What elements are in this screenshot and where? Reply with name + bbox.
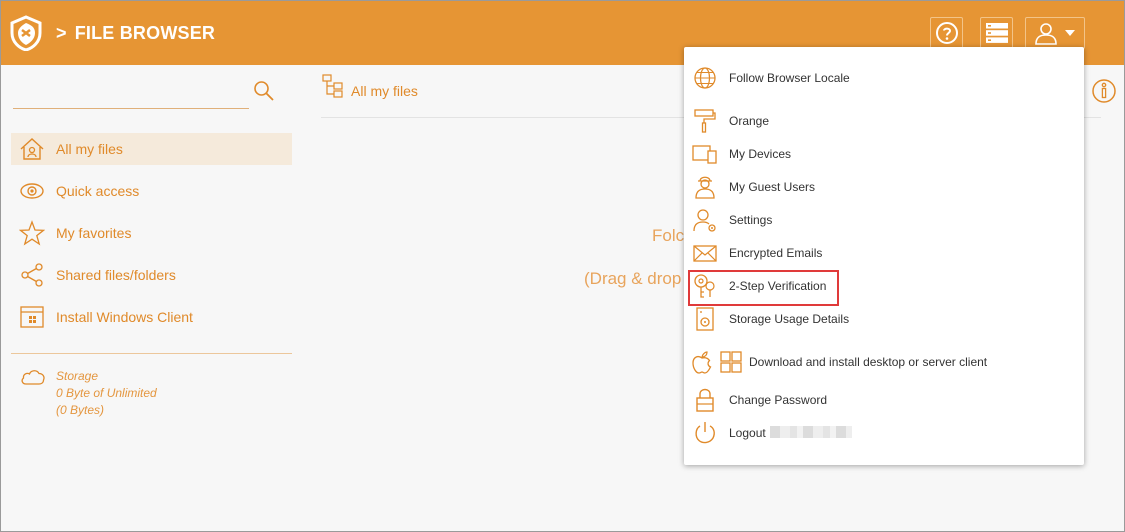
sidebar-item-label: All my files (56, 141, 123, 157)
menu-item-encrypted-emails[interactable]: Encrypted Emails (684, 238, 1084, 268)
globe-icon (692, 65, 718, 91)
apple-windows-icon (692, 349, 748, 375)
home-icon (19, 136, 45, 162)
power-icon (692, 420, 718, 446)
sidebar-item-my-favorites[interactable]: My favorites (11, 217, 292, 249)
redacted-username (769, 426, 852, 438)
sidebar-item-label: My favorites (56, 225, 132, 241)
sidebar-item-all-my-files[interactable]: All my files (11, 133, 292, 165)
search-input[interactable] (13, 108, 249, 109)
empty-folder-message: Folc (652, 226, 685, 245)
guest-user-icon (692, 174, 718, 200)
envelope-icon (692, 240, 718, 266)
devices-icon (692, 141, 718, 167)
menu-item-label: Follow Browser Locale (729, 71, 850, 85)
menu-item-label: My Guest Users (729, 180, 816, 194)
search-icon[interactable] (253, 80, 275, 102)
menu-item-orange-theme[interactable]: Orange (684, 106, 1084, 136)
server-button[interactable] (980, 17, 1013, 49)
logout-label: Logout (729, 426, 766, 440)
sidebar-item-label: Shared files/folders (56, 267, 176, 283)
star-icon (19, 220, 45, 246)
sidebar-item-label: Install Windows Client (56, 309, 193, 325)
menu-item-label: Change Password (729, 393, 828, 407)
menu-item-label: Encrypted Emails (729, 246, 823, 260)
storage-usage: 0 Byte of Unlimited (56, 386, 157, 400)
shield-logo-icon[interactable] (9, 15, 43, 51)
menu-item-follow-browser-locale[interactable]: Follow Browser Locale (684, 63, 1084, 93)
sidebar-item-quick-access[interactable]: Quick access (11, 175, 292, 207)
app-window: > FILE BROWSER All my files Quick access… (0, 0, 1125, 532)
storage-title: Storage (56, 369, 99, 383)
user-settings-icon (692, 207, 718, 233)
breadcrumb: > FILE BROWSER (56, 23, 215, 44)
menu-item-download-client[interactable]: Download and install desktop or server c… (684, 347, 1084, 377)
menu-item-settings[interactable]: Settings (684, 205, 1084, 235)
sidebar-item-label: Quick access (56, 183, 140, 199)
menu-item-label: Logout (729, 426, 852, 440)
eye-icon (19, 178, 45, 204)
sidebar-divider (11, 353, 292, 354)
menu-item-my-guest-users[interactable]: My Guest Users (684, 172, 1084, 202)
menu-item-storage-usage-details[interactable]: Storage Usage Details (684, 304, 1084, 334)
storage-bytes: (0 Bytes) (56, 403, 105, 417)
breadcrumb-separator: > (56, 23, 67, 43)
menu-item-change-password[interactable]: Change Password (684, 385, 1084, 415)
caret-down-icon (1065, 30, 1075, 36)
main-title: All my files (351, 83, 418, 99)
menu-item-label: Storage Usage Details (729, 312, 850, 326)
lock-icon (692, 387, 718, 413)
sidebar-item-shared-files[interactable]: Shared files/folders (11, 259, 292, 291)
user-menu-button[interactable] (1025, 17, 1085, 49)
server-icon (985, 23, 1008, 43)
menu-item-label: Settings (729, 213, 773, 227)
drag-drop-hint: (Drag & drop (584, 269, 682, 288)
info-icon[interactable] (1091, 78, 1117, 104)
paint-roller-icon (692, 108, 718, 134)
user-dropdown-menu: Follow Browser Locale Orange My Devices … (684, 47, 1084, 465)
folder-tree-icon (322, 74, 343, 98)
user-icon (1035, 23, 1057, 45)
menu-item-label: My Devices (729, 147, 792, 161)
help-icon (935, 22, 958, 44)
sidebar-item-install-windows-client[interactable]: Install Windows Client (11, 301, 292, 333)
menu-item-label: Download and install desktop or server c… (749, 355, 988, 369)
cloud-icon (21, 370, 45, 385)
share-icon (19, 262, 45, 288)
windows-client-icon (19, 304, 45, 330)
storage-disk-icon (692, 306, 718, 332)
menu-item-logout[interactable]: Logout (684, 418, 1084, 448)
menu-item-my-devices[interactable]: My Devices (684, 139, 1084, 169)
highlight-box (688, 270, 839, 306)
help-button[interactable] (930, 17, 963, 49)
storage-info: Storage 0 Byte of Unlimited (0 Bytes) (56, 368, 157, 419)
menu-item-label: Orange (729, 114, 770, 128)
page-title: FILE BROWSER (74, 23, 216, 43)
